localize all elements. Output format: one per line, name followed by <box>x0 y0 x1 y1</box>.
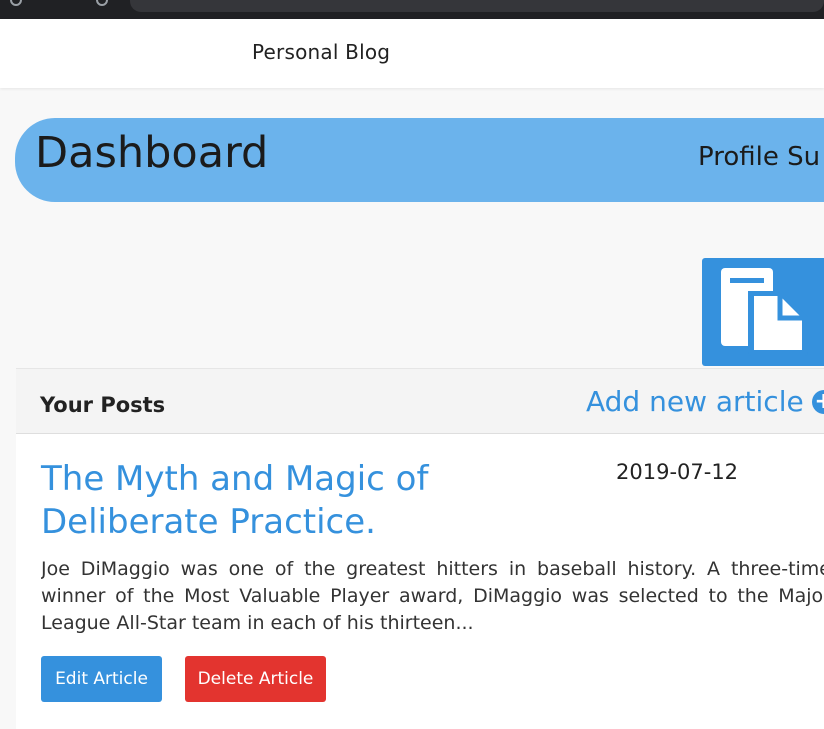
document-copy-icon <box>721 268 808 356</box>
posts-card: Your Posts Add new article + The Myth an… <box>16 368 824 729</box>
post-excerpt: Joe DiMaggio was one of the greatest hit… <box>41 558 824 634</box>
top-navbar: Personal Blog <box>0 19 824 88</box>
delete-article-button[interactable]: Delete Article <box>185 656 326 702</box>
posts-card-header: Your Posts Add new article + <box>16 368 824 434</box>
posts-tile[interactable] <box>702 258 824 366</box>
reload-icon[interactable] <box>96 0 108 6</box>
profile-summary-link[interactable]: Profile Su <box>698 142 820 172</box>
add-article-link[interactable]: Add new article + <box>586 385 824 418</box>
post-title-link[interactable]: The Myth and Magic of Deliberate Practic… <box>41 458 461 544</box>
address-bar[interactable] <box>130 0 824 12</box>
add-article-label: Add new article <box>586 385 804 418</box>
edit-article-button[interactable]: Edit Article <box>41 656 162 702</box>
posts-heading: Your Posts <box>40 393 166 417</box>
post-date: 2019-07-12 <box>616 460 739 484</box>
browser-toolbar <box>0 0 824 19</box>
plus-circle-icon: + <box>811 389 824 414</box>
page-title: Dashboard <box>35 128 269 178</box>
brand-link[interactable]: Personal Blog <box>252 40 390 64</box>
back-icon[interactable] <box>10 0 22 6</box>
dashboard-banner: Dashboard Profile Su <box>15 118 824 202</box>
